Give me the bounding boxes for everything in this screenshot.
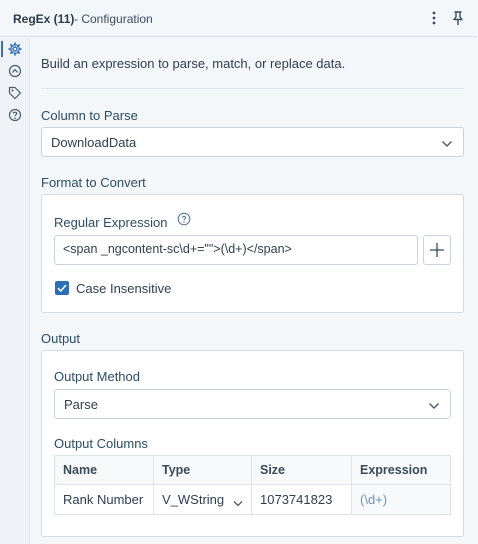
output-columns-label: Output Columns — [54, 436, 148, 451]
active-indicator — [1, 41, 3, 57]
case-insensitive-label: Case Insensitive — [76, 281, 172, 296]
output-method-dropdown[interactable]: Parse — [54, 389, 451, 419]
side-rail — [0, 38, 30, 544]
refresh-arrow-icon[interactable] — [8, 64, 22, 78]
chevron-down-icon — [233, 496, 243, 507]
help-circle-icon[interactable] — [177, 212, 191, 226]
window-title: RegEx (11) — [13, 12, 75, 26]
column-header-type: Type — [153, 455, 252, 485]
chevron-down-icon — [428, 399, 440, 409]
add-token-button[interactable] — [423, 235, 451, 265]
chevron-down-icon — [441, 137, 453, 147]
output-panel: Output Method Parse Output Columns Name … — [41, 350, 464, 537]
column-to-parse-label: Column to Parse — [41, 108, 138, 123]
table-row[interactable]: Rank Number V_WString 1073741823 (\d+) — [54, 484, 451, 515]
column-header-expression: Expression — [351, 455, 451, 485]
plus-icon — [430, 243, 444, 257]
case-insensitive-checkbox[interactable] — [55, 281, 69, 295]
configuration-content: Build an expression to parse, match, or … — [31, 38, 476, 544]
divider — [41, 88, 464, 89]
cell-expression: (\d+) — [351, 484, 451, 515]
question-icon[interactable] — [8, 108, 22, 122]
gear-icon[interactable] — [8, 42, 22, 56]
regular-expression-label: Regular Expression — [54, 215, 168, 230]
checkmark-icon — [57, 284, 67, 293]
output-method-label: Output Method — [54, 369, 140, 384]
cell-size[interactable]: 1073741823 — [251, 484, 352, 515]
pin-icon[interactable] — [451, 10, 465, 26]
more-vertical-icon[interactable] — [429, 10, 439, 26]
table-header-row: Name Type Size Expression — [54, 455, 451, 485]
column-header-name: Name — [54, 455, 154, 485]
window-header: RegEx (11) - Configuration — [0, 0, 476, 37]
column-to-parse-value: DownloadData — [51, 135, 137, 150]
tag-icon[interactable] — [8, 86, 22, 100]
cell-type-value: V_WString — [162, 492, 225, 507]
output-columns-table: Name Type Size Expression Rank Number V_… — [54, 455, 451, 515]
format-to-convert-label: Format to Convert — [41, 175, 146, 190]
output-method-value: Parse — [64, 397, 98, 412]
configuration-window: RegEx (11) - Configuration Build an expr… — [0, 0, 476, 544]
regular-expression-input[interactable]: <span _ngcontent-sc\d+="">(\d+)</span> — [54, 235, 418, 265]
cell-name[interactable]: Rank Number — [54, 484, 154, 515]
tool-description: Build an expression to parse, match, or … — [41, 56, 346, 71]
column-to-parse-dropdown[interactable]: DownloadData — [41, 127, 464, 157]
window-subtitle: - Configuration — [74, 12, 153, 26]
cell-type-dropdown[interactable]: V_WString — [153, 484, 252, 515]
format-to-convert-panel: Regular Expression <span _ngcontent-sc\d… — [41, 194, 464, 313]
column-header-size: Size — [251, 455, 352, 485]
output-label: Output — [41, 331, 81, 346]
